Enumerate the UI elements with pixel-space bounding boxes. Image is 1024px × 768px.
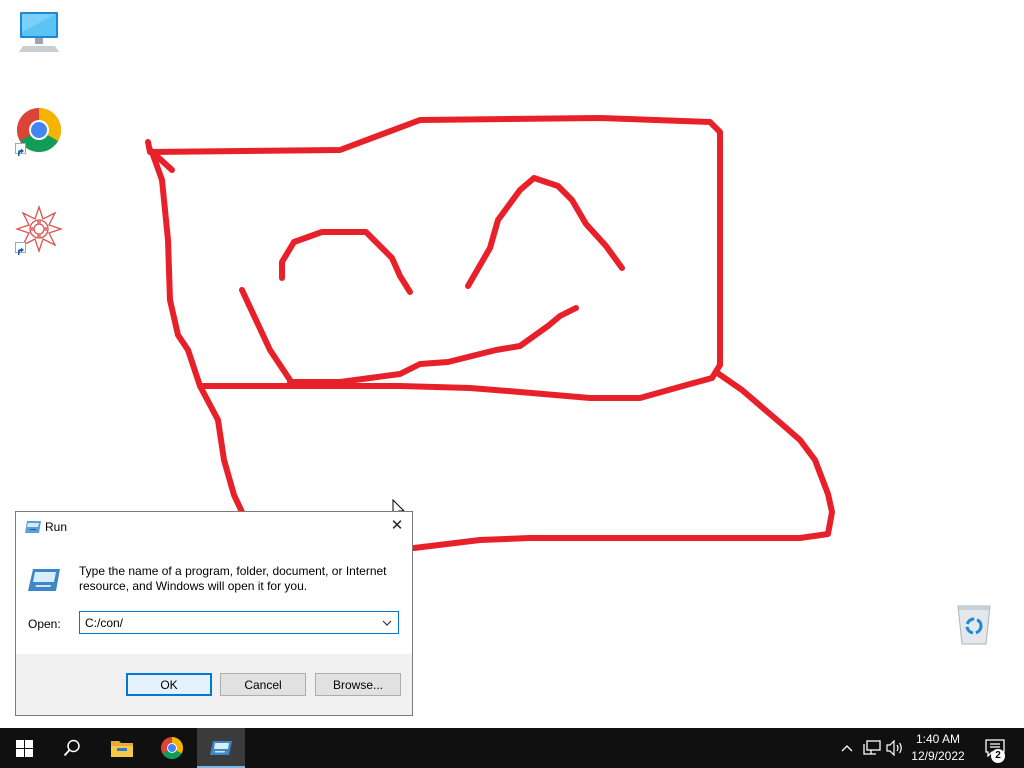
ok-button[interactable]: OK (126, 673, 212, 696)
clock-time: 1:40 AM (915, 732, 961, 746)
run-dialog-title: Run (45, 520, 68, 534)
file-explorer-icon[interactable] (98, 728, 146, 768)
network-icon[interactable] (860, 728, 884, 768)
run-icon (24, 519, 42, 535)
browse-button[interactable]: Browse... (315, 673, 401, 696)
search-icon[interactable] (48, 728, 96, 768)
chevron-up-icon[interactable] (838, 728, 856, 768)
run-dialog-footer: OK Cancel Browse... (16, 654, 412, 715)
volume-icon[interactable] (884, 728, 906, 768)
run-dialog-body: Type the name of a program, folder, docu… (16, 542, 412, 654)
run-dialog-description: Type the name of a program, folder, docu… (79, 564, 387, 593)
open-input[interactable] (80, 612, 375, 633)
run-dialog: Run ✕ Type the name of a program, folder… (15, 511, 413, 716)
chevron-down-icon[interactable] (376, 612, 398, 633)
chrome-icon[interactable] (148, 728, 196, 768)
run-program-icon (27, 566, 61, 594)
cancel-button[interactable]: Cancel (220, 673, 306, 696)
open-label: Open: (28, 617, 61, 631)
close-icon[interactable]: ✕ (382, 512, 412, 540)
open-combobox[interactable] (79, 611, 399, 634)
run-dialog-titlebar[interactable]: Run ✕ (16, 512, 412, 542)
start-icon[interactable] (0, 728, 48, 768)
clock-date: 12/9/2022 (911, 749, 965, 763)
run-icon[interactable] (197, 728, 245, 768)
clock[interactable]: 1:40 AM 12/9/2022 (906, 731, 970, 765)
notification-count-badge: 2 (991, 749, 1005, 763)
taskbar: 1:40 AM 12/9/2022 (0, 728, 1024, 768)
